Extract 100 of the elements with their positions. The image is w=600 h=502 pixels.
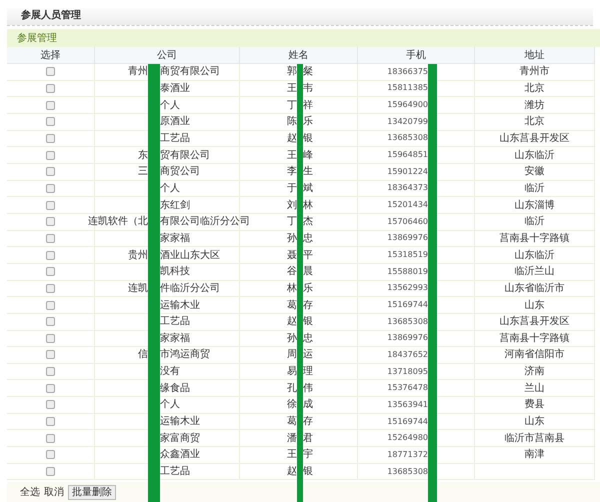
- phone-text: 13685308: [387, 316, 428, 328]
- row-checkbox[interactable]: [46, 300, 55, 310]
- name-text: 平: [303, 248, 313, 263]
- row-checkbox[interactable]: [46, 184, 55, 193]
- row-checkbox[interactable]: [46, 117, 55, 126]
- row-checkbox[interactable]: [46, 384, 55, 393]
- company-text: 商贸公司: [160, 164, 200, 180]
- name-text: 孙: [287, 232, 297, 246]
- name-text: 赵: [287, 132, 297, 146]
- row-checkbox[interactable]: [46, 434, 55, 443]
- address-text: 青州市: [520, 64, 550, 80]
- phone-text: 13563941: [387, 398, 428, 411]
- name-text: 银: [303, 465, 313, 480]
- name-text: 刘: [287, 198, 297, 213]
- phone-text: 13869976: [387, 332, 428, 344]
- name-text: 乐: [303, 114, 313, 130]
- row-checkbox[interactable]: [46, 267, 55, 276]
- row-checkbox[interactable]: [46, 67, 55, 76]
- name-text: 谷: [287, 265, 297, 280]
- row-checkbox[interactable]: [46, 234, 55, 243]
- row-checkbox[interactable]: [46, 217, 55, 226]
- company-text: 信: [138, 348, 148, 362]
- name-text: 祥: [303, 98, 313, 113]
- address-text: 安徽: [524, 164, 544, 180]
- cancel-link[interactable]: 取消: [44, 484, 64, 500]
- section-title: 参展管理: [17, 32, 57, 46]
- phone-text: 13562993: [387, 282, 428, 294]
- company-text: 家富商贸: [160, 432, 200, 446]
- address-text: 临沂市莒南县: [504, 432, 564, 446]
- address-text: 临沂兰山: [514, 264, 554, 280]
- row-checkbox[interactable]: [46, 167, 55, 176]
- name-text: 易: [287, 365, 297, 380]
- name-text: 潘: [287, 432, 297, 446]
- company-text: 凯科技: [160, 264, 190, 280]
- address-text: 临沂: [524, 214, 544, 230]
- phone-text: 18437652: [387, 348, 428, 361]
- name-text: 乐: [303, 282, 313, 296]
- row-checkbox[interactable]: [46, 467, 55, 476]
- company-text: 贵州: [128, 248, 148, 263]
- address-text: 山东: [524, 414, 544, 430]
- name-text: 王: [287, 148, 297, 163]
- phone-text: 13420799: [387, 116, 428, 128]
- address-text: 临沂: [524, 182, 544, 196]
- name-text: 孙: [287, 332, 297, 346]
- name-text: 忠: [303, 232, 313, 246]
- phone-text: 18364373: [387, 182, 428, 194]
- name-text: 君: [303, 432, 313, 446]
- row-checkbox[interactable]: [46, 317, 55, 326]
- company-text: 连凯: [128, 282, 148, 296]
- row-checkbox[interactable]: [46, 450, 55, 460]
- phone-text: 15318519: [387, 249, 428, 262]
- company-text: 有限公司临沂分公司: [160, 214, 250, 230]
- company-text: 个人: [160, 98, 180, 113]
- row-checkbox[interactable]: [46, 150, 55, 160]
- company-text: 原酒业: [160, 114, 190, 130]
- name-text: 徐: [287, 398, 297, 412]
- address-text: 费县: [524, 398, 544, 412]
- row-checkbox[interactable]: [46, 100, 55, 110]
- company-text: 贸有限公司: [160, 148, 210, 163]
- address-text: 山东淄博: [514, 198, 554, 213]
- company-text: 青州: [128, 64, 148, 80]
- name-text: 存: [303, 298, 313, 313]
- column-header: 地址: [475, 47, 595, 63]
- row-checkbox[interactable]: [46, 350, 55, 360]
- column-header: 手机: [358, 47, 475, 63]
- name-text: 宇: [303, 448, 313, 462]
- address-text: 北京: [524, 82, 544, 96]
- phone-text: 15706460: [387, 216, 428, 228]
- row-checkbox[interactable]: [46, 134, 55, 143]
- company-text: 东: [138, 148, 148, 163]
- row-checkbox[interactable]: [46, 334, 55, 343]
- phone-text: 13718095: [387, 366, 428, 378]
- company-text: 个人: [160, 182, 180, 196]
- row-checkbox[interactable]: [46, 250, 55, 260]
- row-checkbox[interactable]: [46, 284, 55, 293]
- row-checkbox[interactable]: [46, 84, 55, 93]
- phone-text: 15169744: [387, 416, 428, 428]
- row-checkbox[interactable]: [46, 200, 55, 210]
- name-text: 李: [287, 164, 297, 180]
- name-text: 葛: [287, 414, 297, 430]
- phone-text: 18366375: [387, 66, 428, 78]
- name-text: 聂: [287, 248, 297, 263]
- select-all-link[interactable]: 全选: [20, 484, 40, 500]
- name-text: 杰: [303, 214, 313, 230]
- phone-text: 18771372: [387, 448, 428, 461]
- name-text: 赵: [287, 464, 297, 480]
- batch-delete-button[interactable]: 批量删除: [68, 484, 116, 500]
- row-checkbox[interactable]: [46, 417, 55, 426]
- company-text: 运输木业: [160, 414, 200, 430]
- name-text: 伟: [303, 382, 313, 396]
- company-text: 东红剑: [160, 198, 190, 213]
- phone-text: 15964900: [387, 99, 428, 112]
- name-text: 斌: [303, 182, 313, 196]
- row-checkbox[interactable]: [46, 367, 55, 376]
- address-text: 兰山: [524, 382, 544, 396]
- phone-text: 15264980: [387, 432, 428, 444]
- address-text: 济南: [524, 364, 544, 380]
- name-text: 于: [287, 182, 297, 196]
- row-checkbox[interactable]: [46, 400, 55, 410]
- name-text: 林: [303, 198, 313, 213]
